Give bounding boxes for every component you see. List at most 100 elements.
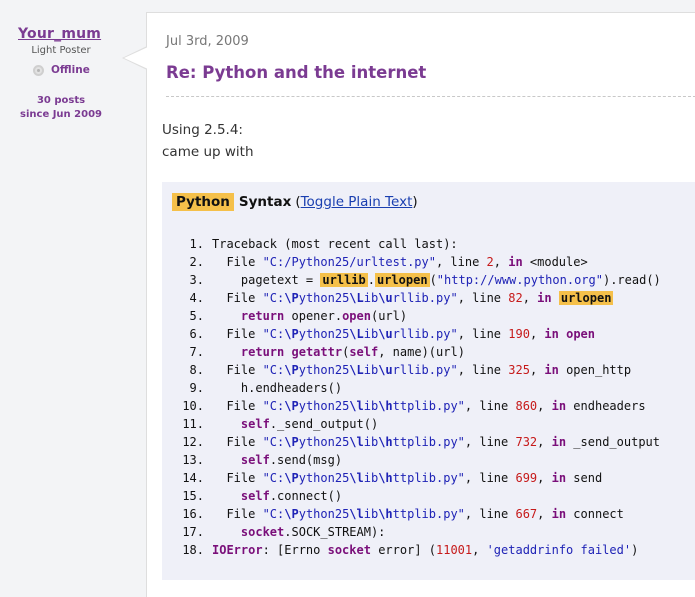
code-line: 2. File "C:/Python25/urltest.py", line 2…: [170, 253, 661, 271]
code-token: 11001: [436, 543, 473, 557]
code-token: ython25: [298, 399, 350, 413]
code-token: "C:/Python25/urltest.py": [262, 255, 436, 269]
code-token: <module>: [522, 255, 588, 269]
code-token: File: [226, 399, 263, 413]
line-number: 5.: [189, 309, 204, 323]
code-line: 1. Traceback (most recent call last):: [170, 235, 661, 253]
code-token: self: [240, 453, 270, 467]
code-token: \l: [349, 399, 364, 413]
code-token: ython25: [298, 363, 350, 377]
code-token: send: [566, 471, 603, 485]
code-token: open: [566, 327, 595, 341]
code-token: pagetext =: [240, 273, 321, 287]
code-token: \h: [378, 507, 393, 521]
code-token: ython25: [298, 471, 350, 485]
code-token: \P: [284, 291, 299, 305]
line-number: 17.: [182, 525, 204, 539]
syntax-label: Syntax: [238, 194, 292, 210]
code-line: 6. File "C:\Python25\Lib\urllib.py", lin…: [170, 325, 661, 343]
code-token: \P: [284, 399, 299, 413]
username-link[interactable]: Your_mum: [18, 26, 101, 42]
code-token: (url): [370, 309, 408, 323]
code-token: \h: [378, 471, 393, 485]
code-line: 3. pagetext = urllib. urlopen ("http://www…: [170, 271, 661, 289]
code-token: socket: [240, 525, 285, 539]
code-token: self: [349, 345, 379, 359]
code-line: 12. File "C:\Python25\lib\httplib.py", l…: [170, 433, 661, 451]
code-token: socket: [327, 543, 371, 557]
line-code: self.send(msg): [204, 451, 342, 469]
title-divider: [166, 96, 695, 97]
code-token: , name)(url): [378, 345, 465, 359]
code-token: ib: [363, 363, 379, 377]
line-number: 1.: [189, 237, 204, 251]
post-title: Re: Python and the internet: [166, 63, 427, 82]
forum-post-page: Your_mum Light Poster Offline 30 posts s…: [0, 0, 695, 597]
code-token: IOError: [212, 543, 263, 557]
code-token: \l: [349, 471, 364, 485]
code-token: ib: [363, 471, 379, 485]
code-token: \u: [378, 291, 393, 305]
line-code: File "C:\Python25\Lib\urllib.py", line 1…: [204, 325, 595, 343]
line-code: File "C:\Python25\Lib\urllib.py", line 8…: [204, 289, 614, 307]
code-token: ttplib.py": [392, 399, 465, 413]
code-token: \h: [378, 435, 393, 449]
member-since-label: since Jun 2009: [20, 109, 102, 120]
code-token: File: [226, 471, 263, 485]
line-code: return getattr(self, name)(url): [204, 343, 465, 361]
line-number: 15.: [182, 489, 204, 503]
code-token: File: [226, 507, 263, 521]
line-number: 2.: [189, 255, 204, 269]
code-token: open_http: [558, 363, 632, 377]
user-rank: Light Poster: [31, 45, 91, 56]
toggle-plain-text-link[interactable]: Toggle Plain Text: [301, 194, 413, 210]
code-token: 667: [515, 507, 538, 521]
code-token: , line: [464, 435, 516, 449]
code-token: in: [551, 471, 567, 485]
code-token: in: [551, 507, 567, 521]
code-token: ython25: [298, 327, 350, 341]
code-token: "C:: [262, 363, 285, 377]
code-line: 18. IOError: [Errno socket error] (11001,…: [170, 541, 661, 559]
code-token: ib: [363, 507, 379, 521]
post-count: 30 posts since Jun 2009: [0, 94, 122, 122]
code-token: 82: [508, 291, 523, 305]
code-token: 732: [515, 435, 538, 449]
code-token: \L: [349, 291, 364, 305]
code-token: , line: [464, 399, 516, 413]
posts-count-label: 30 posts: [36, 95, 86, 106]
code-token: 2: [486, 255, 494, 269]
code-token: ython25: [298, 435, 350, 449]
code-token: File: [226, 435, 263, 449]
line-code: Traceback (most recent call last):: [204, 235, 458, 253]
line-code: return opener.open(url): [204, 307, 407, 325]
code-token: .SOCK_STREAM):: [284, 525, 386, 539]
line-number: 8.: [189, 363, 204, 377]
code-token: ,: [537, 399, 552, 413]
code-token: endheaders: [566, 399, 646, 413]
code-token: \u: [378, 327, 393, 341]
code-token: return: [240, 309, 285, 323]
code-token: rllib.py": [392, 327, 458, 341]
code-token: urlopen: [558, 291, 614, 305]
code-line: 13. self.send(msg): [170, 451, 661, 469]
code-line: 17. socket.SOCK_STREAM):: [170, 523, 661, 541]
line-code: File "C:\Python25\lib\httplib.py", line …: [204, 469, 602, 487]
code-token: in: [551, 399, 567, 413]
line-code: socket.SOCK_STREAM):: [204, 523, 386, 541]
code-token: ,: [529, 363, 545, 377]
code-token: ib: [363, 291, 379, 305]
offline-status-icon: [33, 64, 44, 76]
code-token: in: [551, 435, 567, 449]
code-token: "C:: [262, 507, 285, 521]
line-code: self._send_output(): [204, 415, 378, 433]
code-token: ,: [537, 435, 552, 449]
code-token: "http://www.python.org": [436, 273, 603, 287]
code-token: \P: [284, 327, 299, 341]
code-token: \L: [349, 327, 364, 341]
code-token: _send_output: [566, 435, 660, 449]
code-token: ): [631, 543, 639, 557]
code-token: , line: [457, 291, 509, 305]
line-code: File "C:\Python25\lib\httplib.py", line …: [204, 505, 623, 523]
